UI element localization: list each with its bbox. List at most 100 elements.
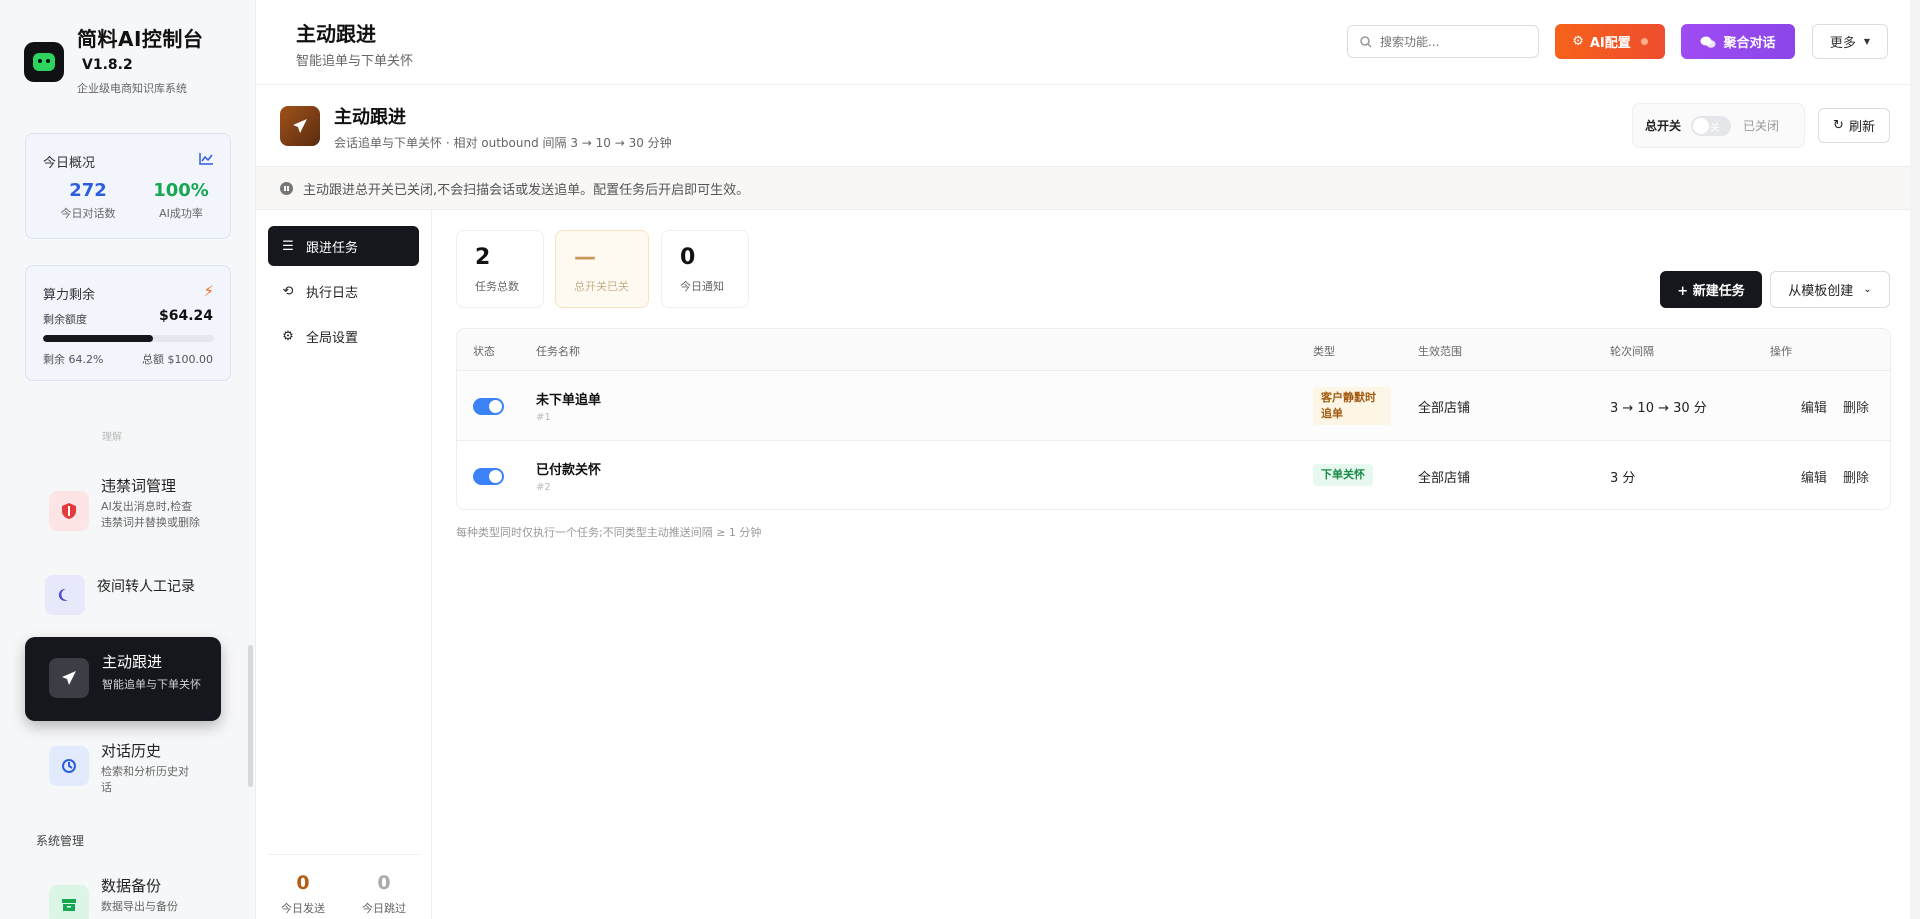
sidebar-item-label: 夜间转人工记录 [97,579,195,595]
quota-total: 总额 $100.00 [142,353,213,366]
status-notice: 主动跟进总开关已关闭,不会扫描会话或发送追单。配置任务后开启即可生效。 [256,167,1920,210]
sidebar-item-night-handoff[interactable]: 夜间转人工记录 [25,575,221,615]
history-icon [49,746,89,786]
master-switch-toggle[interactable]: 关 [1691,115,1732,136]
today-sent-label: 今日发送 [281,902,325,915]
quota-label: 剩余额度 [43,313,87,326]
page-title: 主动跟进 [296,22,376,46]
search-box[interactable] [1347,25,1539,58]
kpi-label: 今日通知 [680,280,724,293]
today-overview-card: 今日概况 272 今日对话数 100% AI成功率 [25,133,231,239]
today-skip-stat: 0 今日跳过 [349,872,419,916]
list-icon: ☰ [282,238,294,254]
brand-subtitle: 企业级电商知识库系统 [77,82,187,95]
kpi-value: 2 [475,245,491,270]
brand-name: 简料AI控制台 [77,27,204,51]
column-header-actions: 操作 [1770,345,1792,358]
refresh-button[interactable]: ↻ 刷新 [1818,108,1890,143]
main-content: 2 任务总数 — 总开关已关 0 今日通知 + 新建任务 从模板创建 ⌄ 状态 … [433,210,1920,919]
sidebar-item-label: 数据备份 [101,877,162,895]
create-from-template-button[interactable]: 从模板创建 ⌄ [1770,271,1890,308]
archive-icon [49,885,89,919]
task-scope: 全部店铺 [1418,401,1471,416]
compute-balance-title: 算力剩余 [43,288,96,303]
refresh-icon: ↻ [1833,118,1844,133]
lightning-icon: ⚡ [203,282,214,300]
new-task-button[interactable]: + 新建任务 [1660,271,1762,308]
paper-plane-icon [280,106,320,146]
kpi-label: 任务总数 [475,280,519,293]
refresh-label: 刷新 [1848,120,1875,135]
aggregate-chat-button[interactable]: 聚合对话 [1681,24,1795,59]
top-header: 主动跟进 智能追单与下单关怀 ⚙ AI配置 聚合对话 更多 ▼ [256,0,1920,85]
feature-title: 主动跟进 [334,107,406,128]
master-switch-toggle-text: 关 [1710,122,1721,134]
today-overview-title: 今日概况 [43,156,96,171]
gear-icon: ⚙ [282,328,294,344]
ai-config-button[interactable]: ⚙ AI配置 [1555,24,1665,59]
tab-execution-log[interactable]: ⟲ 执行日志 [268,271,419,311]
sidebar-item-banned-words[interactable]: 违禁词管理 AI发出消息时,检查违禁词并替换或删除 [25,475,221,531]
table-footnote: 每种类型同时仅执行一个任务;不同类型主动推送间隔 ≥ 1 分钟 [456,526,762,539]
master-switch-box: 总开关 关 已关闭 [1632,103,1805,148]
tab-label: 执行日志 [306,285,359,301]
ai-success-rate-stat: 100% AI成功率 [136,180,226,221]
feature-subtitle: 会话追单与下单关怀 · 相对 outbound 间隔 3 → 10 → 30 分… [334,136,672,150]
edit-link[interactable]: 编辑 [1801,401,1827,416]
tab-followup-tasks[interactable]: ☰ 跟进任务 [268,226,419,266]
create-from-template-label: 从模板创建 [1788,284,1854,299]
gear-icon: ⚙ [1572,34,1584,49]
search-input[interactable] [1380,34,1530,49]
chat-bubbles-icon [1700,36,1716,48]
ai-success-rate-label: AI成功率 [159,207,203,220]
delete-link[interactable]: 删除 [1843,401,1869,416]
sidebar-item-proactive-followup[interactable]: 主动跟进 智能追单与下单关怀 [25,637,221,721]
sidebar: 简料AI控制台 V1.8.2 企业级电商知识库系统 今日概况 272 今日对话数… [0,0,256,919]
page-scrollbar[interactable] [1910,0,1920,919]
kpi-value: — [574,245,596,270]
column-header-interval: 轮次间隔 [1610,345,1654,358]
task-name: 已付款关怀 [536,463,602,478]
kpi-master-switch-off: — 总开关已关 [555,230,649,308]
more-button[interactable]: 更多 ▼ [1812,24,1888,59]
task-type-badge: 下单关怀 [1313,464,1373,486]
tab-label: 全局设置 [306,330,359,346]
sidebar-item-label: 主动跟进 [102,653,163,671]
quota-value: $64.24 [158,308,213,324]
quota-progress-bar [43,335,214,342]
edit-link[interactable]: 编辑 [1801,471,1827,486]
task-scope: 全部店铺 [1418,471,1471,486]
search-icon [1360,35,1372,48]
column-header-scope: 生效范围 [1418,345,1462,358]
master-switch-state: 已关闭 [1743,119,1780,133]
task-enabled-toggle[interactable] [473,398,504,415]
status-notice-text: 主动跟进总开关已关闭,不会扫描会话或发送追单。配置任务后开启即可生效。 [303,182,750,198]
today-skip-label: 今日跳过 [362,902,406,915]
sidebar-item-conversation-history[interactable]: 对话历史 检索和分析历史对话 [25,740,221,796]
table-row: 未下单追单 #1 客户静默时追单 全部店铺 3 → 10 → 30 分 编辑 删… [457,371,1890,441]
more-label: 更多 [1829,36,1856,51]
delete-link[interactable]: 删除 [1843,471,1869,486]
sidebar-item-desc: 智能追单与下单关怀 [102,678,201,691]
sidebar-item-desc: 检索和分析历史对话 [101,765,189,794]
task-id: #2 [536,482,551,493]
sidebar-item-label: 违禁词管理 [101,477,177,495]
brand-version: V1.8.2 [82,57,133,73]
task-enabled-toggle[interactable] [473,468,504,485]
sidebar-scrollbar[interactable] [248,645,253,787]
aggregate-chat-label: 聚合对话 [1723,36,1776,51]
feature-header: 主动跟进 会话追单与下单关怀 · 相对 outbound 间隔 3 → 10 →… [256,85,1920,167]
row-actions: 编辑 删除 [1589,467,1869,486]
section-label-system: 系统管理 [36,834,85,848]
sidebar-item-label: 对话历史 [101,742,162,760]
sidebar-item-data-backup[interactable]: 数据备份 数据导出与备份 [25,875,221,919]
column-header-name: 任务名称 [536,345,580,358]
quota-progress-fill [43,335,153,342]
brand[interactable]: 简料AI控制台 V1.8.2 企业级电商知识库系统 [24,26,203,96]
tab-global-settings[interactable]: ⚙ 全局设置 [268,316,419,356]
line-chart-icon [199,153,213,165]
shield-icon [49,491,89,531]
compute-balance-card: 算力剩余 ⚡ 剩余额度 $64.24 剩余 64.2% 总额 $100.00 [25,265,231,381]
ai-config-label: AI配置 [1589,36,1631,51]
paper-plane-icon [49,658,89,698]
